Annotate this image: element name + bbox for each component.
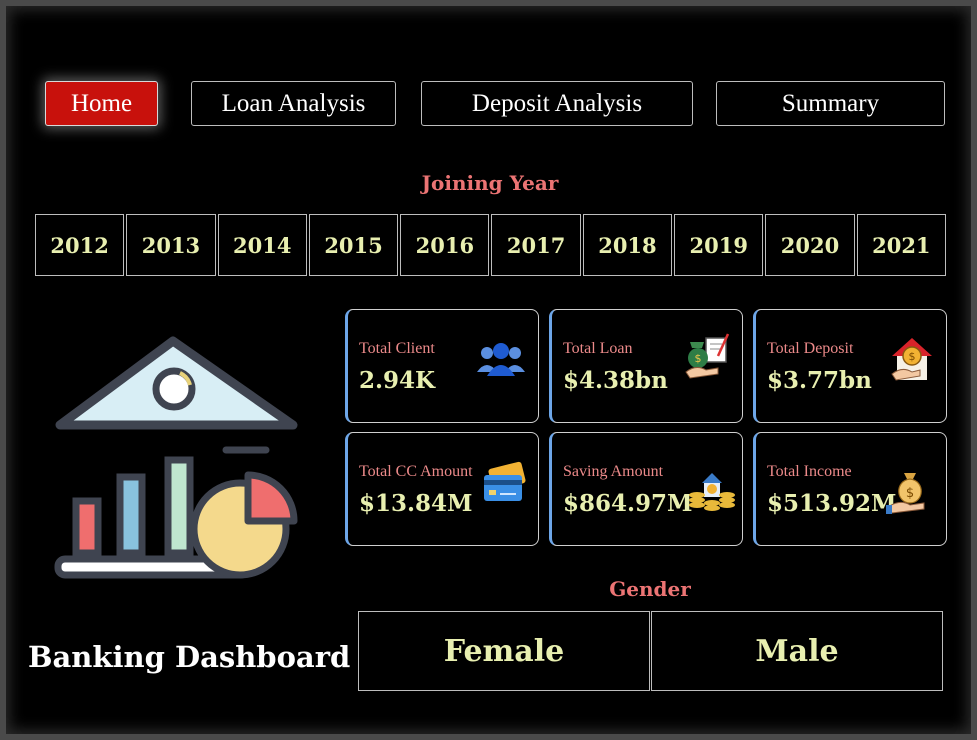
kpi-label: Total Loan xyxy=(563,340,633,357)
bank-chart-illustration-icon xyxy=(54,336,298,579)
joining-year-label: Joining Year xyxy=(421,171,559,195)
kpi-value: $3.77bn xyxy=(767,367,872,394)
kpi-card-total-loan: Total Loan $4.38bn $ xyxy=(549,309,743,423)
kpi-card-saving-amount: Saving Amount $864.97M xyxy=(549,432,743,546)
dashboard-title: Banking Dashboard xyxy=(28,640,351,674)
year-2019[interactable]: 2019 xyxy=(674,214,764,276)
kpi-label: Total Income xyxy=(767,463,852,480)
clients-icon xyxy=(477,343,525,376)
year-2017[interactable]: 2017 xyxy=(491,214,581,276)
year-2014[interactable]: 2014 xyxy=(217,214,307,276)
dashboard-frame: Home Loan Analysis Deposit Analysis Summ… xyxy=(0,0,977,740)
year-2016[interactable]: 2016 xyxy=(400,214,490,276)
year-2021[interactable]: 2021 xyxy=(856,214,946,276)
credit-card-icon xyxy=(484,461,526,501)
svg-text:$: $ xyxy=(906,486,914,501)
kpi-value: 2.94K xyxy=(359,367,436,394)
kpi-card-total-deposit: Total Deposit $3.77bn $ xyxy=(753,309,947,423)
year-2012[interactable]: 2012 xyxy=(35,214,125,276)
deposit-house-icon: $ xyxy=(891,338,932,381)
home-button[interactable]: Home xyxy=(45,81,158,126)
loan-analysis-button[interactable]: Loan Analysis xyxy=(191,81,396,126)
kpi-label: Total CC Amount xyxy=(359,463,473,480)
year-2013[interactable]: 2013 xyxy=(126,214,216,276)
year-2015[interactable]: 2015 xyxy=(308,214,399,276)
kpi-label: Total Client xyxy=(359,340,435,357)
svg-text:$: $ xyxy=(695,352,702,365)
kpi-value: $513.92M xyxy=(767,490,897,517)
year-2018[interactable]: 2018 xyxy=(582,214,673,276)
gender-female-button[interactable]: Female xyxy=(358,611,650,691)
deposit-analysis-button[interactable]: Deposit Analysis xyxy=(421,81,693,126)
joining-year-slicer: 2012 2013 2014 2015 2016 2017 2018 2019 … xyxy=(35,214,946,276)
kpi-value: $864.97M xyxy=(563,490,693,517)
kpi-card-total-income: Total Income $513.92M $ xyxy=(753,432,947,546)
savings-icon xyxy=(689,473,735,511)
kpi-label: Saving Amount xyxy=(563,463,664,480)
gender-male-button[interactable]: Male xyxy=(651,611,943,691)
year-2020[interactable]: 2020 xyxy=(765,214,855,276)
kpi-card-total-cc-amount: Total CC Amount $13.84M xyxy=(345,432,539,546)
income-bag-icon: $ xyxy=(886,473,925,514)
kpi-value: $13.84M xyxy=(359,490,473,517)
gender-label: Gender xyxy=(609,577,691,601)
loan-icon: $ xyxy=(685,333,730,379)
summary-button[interactable]: Summary xyxy=(716,81,945,126)
kpi-label: Total Deposit xyxy=(767,340,854,357)
kpi-card-total-client: Total Client 2.94K xyxy=(345,309,539,423)
svg-text:$: $ xyxy=(909,350,916,363)
kpi-value: $4.38bn xyxy=(563,367,668,394)
